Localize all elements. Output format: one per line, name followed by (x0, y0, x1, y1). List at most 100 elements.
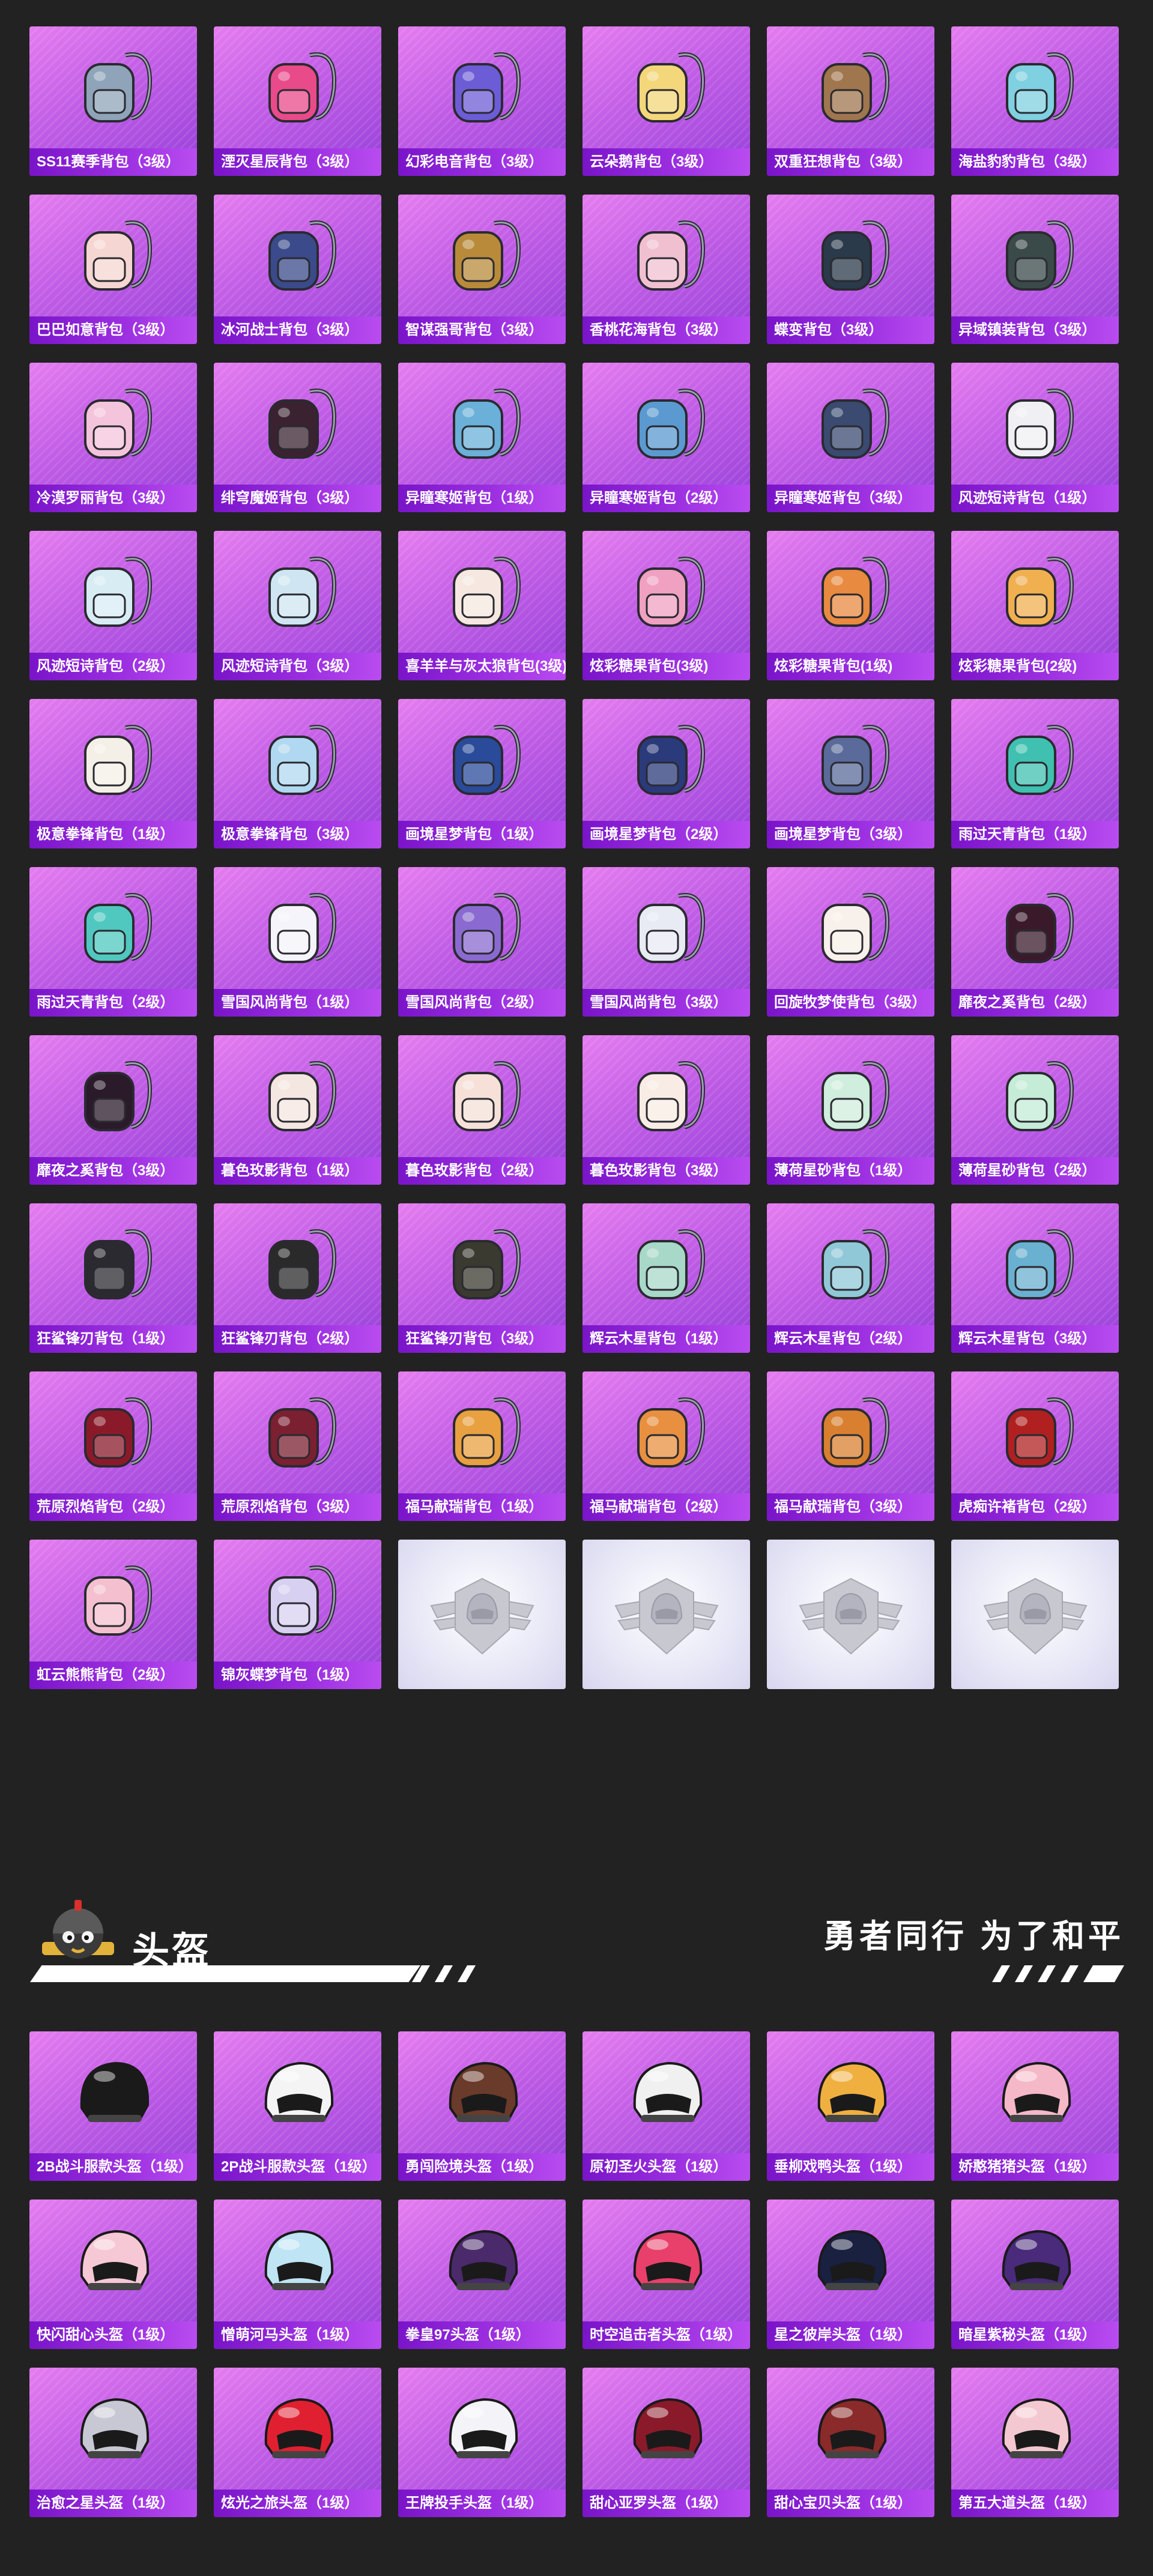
backpack-item-name: 炫彩糖果背包(1级) (767, 653, 934, 680)
backpack-item-card[interactable]: 异瞳寒姬背包（3级） (767, 363, 934, 512)
backpack-item-card[interactable]: 雪国风尚背包（2级） (398, 867, 566, 1017)
backpack-item-card[interactable]: 锦灰蝶梦背包（1级） (214, 1540, 381, 1689)
backpack-item-card[interactable]: 画境星梦背包（2级） (583, 699, 750, 848)
helmet-icon (951, 2042, 1119, 2144)
helmet-item-card[interactable]: 原初圣火头盔（1级） (583, 2031, 750, 2181)
helmet-item-name: 勇闯险境头盔（1级） (398, 2153, 566, 2181)
helmet-item-card[interactable]: 王牌投手头盔（1级） (398, 2368, 566, 2517)
backpack-item-card[interactable]: 冷漠罗丽背包（3级） (29, 363, 197, 512)
backpack-item-name: 虎痴许褚背包（2级） (951, 1493, 1119, 1521)
header-stripes-left (366, 1965, 476, 1982)
backpack-icon (29, 878, 197, 980)
backpack-item-card[interactable]: 画境星梦背包（1级） (398, 699, 566, 848)
backpack-item-card[interactable]: 雪国风尚背包（1级） (214, 867, 381, 1017)
helmet-item-card[interactable]: 甜心亚罗头盔（1级） (583, 2368, 750, 2517)
helmet-item-name: 甜心亚罗头盔（1级） (583, 2490, 750, 2517)
backpack-item-card[interactable]: 极意拳锋背包（1级） (29, 699, 197, 848)
backpack-item-name: 炫彩糖果背包(3级) (583, 653, 750, 680)
backpack-item-card[interactable]: 风迹短诗背包（2级） (29, 531, 197, 680)
backpack-icon (583, 37, 750, 139)
helmet-item-card[interactable]: 炫光之旅头盔（1级） (214, 2368, 381, 2517)
backpack-item-card[interactable]: 辉云木星背包（2级） (767, 1203, 934, 1353)
backpack-item-card[interactable]: 福马献瑞背包（3级） (767, 1371, 934, 1521)
backpack-item-card[interactable]: 湮灭星辰背包（3级） (214, 26, 381, 176)
backpack-item-card[interactable]: 狂鲨锋刃背包（2级） (214, 1203, 381, 1353)
helmet-icon (767, 2378, 934, 2481)
backpack-item-card[interactable]: 风迹短诗背包（3级） (214, 531, 381, 680)
backpack-item-card[interactable]: 狂鲨锋刃背包（1级） (29, 1203, 197, 1353)
backpack-icon (398, 542, 566, 644)
helmet-item-card[interactable]: 2P战斗服款头盔（1级） (214, 2031, 381, 2181)
backpack-item-name: 薄荷星砂背包（1级） (767, 1157, 934, 1185)
backpack-item-card[interactable]: SS11赛季背包（3级） (29, 26, 197, 176)
helmet-item-card[interactable]: 时空追击者头盔（1级） (583, 2200, 750, 2349)
backpack-item-card[interactable]: 靡夜之奚背包（2级） (951, 867, 1119, 1017)
backpack-item-card[interactable]: 福马献瑞背包（1级） (398, 1371, 566, 1521)
backpack-item-card[interactable]: 云朵鹅背包（3级） (583, 26, 750, 176)
helmet-item-card[interactable]: 娇憨猪猪头盔（1级） (951, 2031, 1119, 2181)
backpack-item-card[interactable]: 雨过天青背包（1级） (951, 699, 1119, 848)
helmet-item-card[interactable]: 星之彼岸头盔（1级） (767, 2200, 934, 2349)
backpack-item-card[interactable]: 风迹短诗背包（1级） (951, 363, 1119, 512)
backpack-item-card[interactable]: 虎痴许褚背包（2级） (951, 1371, 1119, 1521)
backpack-item-card[interactable]: 暮色玫影背包（1级） (214, 1035, 381, 1185)
backpack-item-card[interactable]: 靡夜之奚背包（3级） (29, 1035, 197, 1185)
backpack-item-card[interactable]: 巴巴如意背包（3级） (29, 195, 197, 344)
backpack-item-name: 辉云木星背包（1级） (583, 1325, 750, 1353)
backpack-item-card[interactable]: 蝶变背包（3级） (767, 195, 934, 344)
backpack-item-card[interactable]: 海盐豹豹背包（3级） (951, 26, 1119, 176)
backpack-icon (951, 878, 1119, 980)
backpack-item-card[interactable]: 绯穹魔姬背包（3级） (214, 363, 381, 512)
backpack-item-card[interactable]: 雨过天青背包（2级） (29, 867, 197, 1017)
backpack-item-card[interactable]: 炫彩糖果背包(2级) (951, 531, 1119, 680)
pubg-emblem-icon (398, 1558, 566, 1672)
backpack-item-card[interactable]: 双重狂想背包（3级） (767, 26, 934, 176)
backpack-item-card[interactable]: 异瞳寒姬背包（1级） (398, 363, 566, 512)
backpack-icon (29, 1382, 197, 1484)
helmet-item-card[interactable]: 甜心宝贝头盔（1级） (767, 2368, 934, 2517)
backpack-item-card[interactable]: 虹云熊熊背包（2级） (29, 1540, 197, 1689)
backpack-item-card[interactable]: 幻彩电音背包（3级） (398, 26, 566, 176)
backpack-item-card[interactable]: 狂鲨锋刃背包（3级） (398, 1203, 566, 1353)
backpack-icon (951, 1214, 1119, 1316)
backpack-item-card[interactable]: 暮色玫影背包（2级） (398, 1035, 566, 1185)
backpack-item-card[interactable]: 炫彩糖果背包(3级) (583, 531, 750, 680)
backpack-item-card[interactable]: 荒原烈焰背包（2级） (29, 1371, 197, 1521)
helmet-item-card[interactable]: 2B战斗服款头盔（1级） (29, 2031, 197, 2181)
backpack-icon (398, 1046, 566, 1148)
backpack-item-name: 风迹短诗背包（1级） (951, 485, 1119, 512)
helmet-icon (583, 2210, 750, 2312)
backpack-item-card[interactable]: 暮色玫影背包（3级） (583, 1035, 750, 1185)
backpack-item-card[interactable]: 荒原烈焰背包（3级） (214, 1371, 381, 1521)
helmet-item-card[interactable]: 垂柳戏鸭头盔（1级） (767, 2031, 934, 2181)
helmet-item-card[interactable]: 治愈之星头盔（1级） (29, 2368, 197, 2517)
backpack-item-card[interactable]: 福马献瑞背包（2级） (583, 1371, 750, 1521)
backpack-item-card[interactable]: 薄荷星砂背包（2级） (951, 1035, 1119, 1185)
helmet-icon (583, 2378, 750, 2481)
pubg-emblem-icon (767, 1558, 934, 1672)
backpack-item-card[interactable]: 异瞳寒姬背包（2级） (583, 363, 750, 512)
backpack-item-card[interactable]: 炫彩糖果背包(1级) (767, 531, 934, 680)
backpack-item-card[interactable]: 画境星梦背包（3级） (767, 699, 934, 848)
backpack-item-card[interactable]: 回旋牧梦使背包（3级） (767, 867, 934, 1017)
backpack-icon (767, 373, 934, 476)
helmet-item-card[interactable]: 憎萌河马头盔（1级） (214, 2200, 381, 2349)
helmet-item-card[interactable]: 拳皇97头盔（1级） (398, 2200, 566, 2349)
backpack-item-card[interactable]: 冰河战士背包（3级） (214, 195, 381, 344)
backpack-item-name: 暮色玫影背包（3级） (583, 1157, 750, 1185)
backpack-item-card[interactable]: 薄荷星砂背包（1级） (767, 1035, 934, 1185)
helmet-item-card[interactable]: 勇闯险境头盔（1级） (398, 2031, 566, 2181)
backpack-item-card[interactable]: 香桃花海背包（3级） (583, 195, 750, 344)
backpack-item-card[interactable]: 喜羊羊与灰太狼背包(3级) (398, 531, 566, 680)
helmet-item-card[interactable]: 第五大道头盔（1级） (951, 2368, 1119, 2517)
backpack-item-card[interactable]: 雪国风尚背包（3级） (583, 867, 750, 1017)
backpack-item-card[interactable]: 异域镇装背包（3级） (951, 195, 1119, 344)
helmet-item-card[interactable]: 暗星紫秘头盔（1级） (951, 2200, 1119, 2349)
backpack-item-card[interactable]: 辉云木星背包（1级） (583, 1203, 750, 1353)
backpack-item-card[interactable]: 辉云木星背包（3级） (951, 1203, 1119, 1353)
backpack-item-card[interactable]: 极意拳锋背包（3级） (214, 699, 381, 848)
backpack-item-name: 海盐豹豹背包（3级） (951, 148, 1119, 176)
helmet-item-card[interactable]: 快闪甜心头盔（1级） (29, 2200, 197, 2349)
helmet-icon (398, 2042, 566, 2144)
backpack-item-card[interactable]: 智谋强哥背包（3级） (398, 195, 566, 344)
